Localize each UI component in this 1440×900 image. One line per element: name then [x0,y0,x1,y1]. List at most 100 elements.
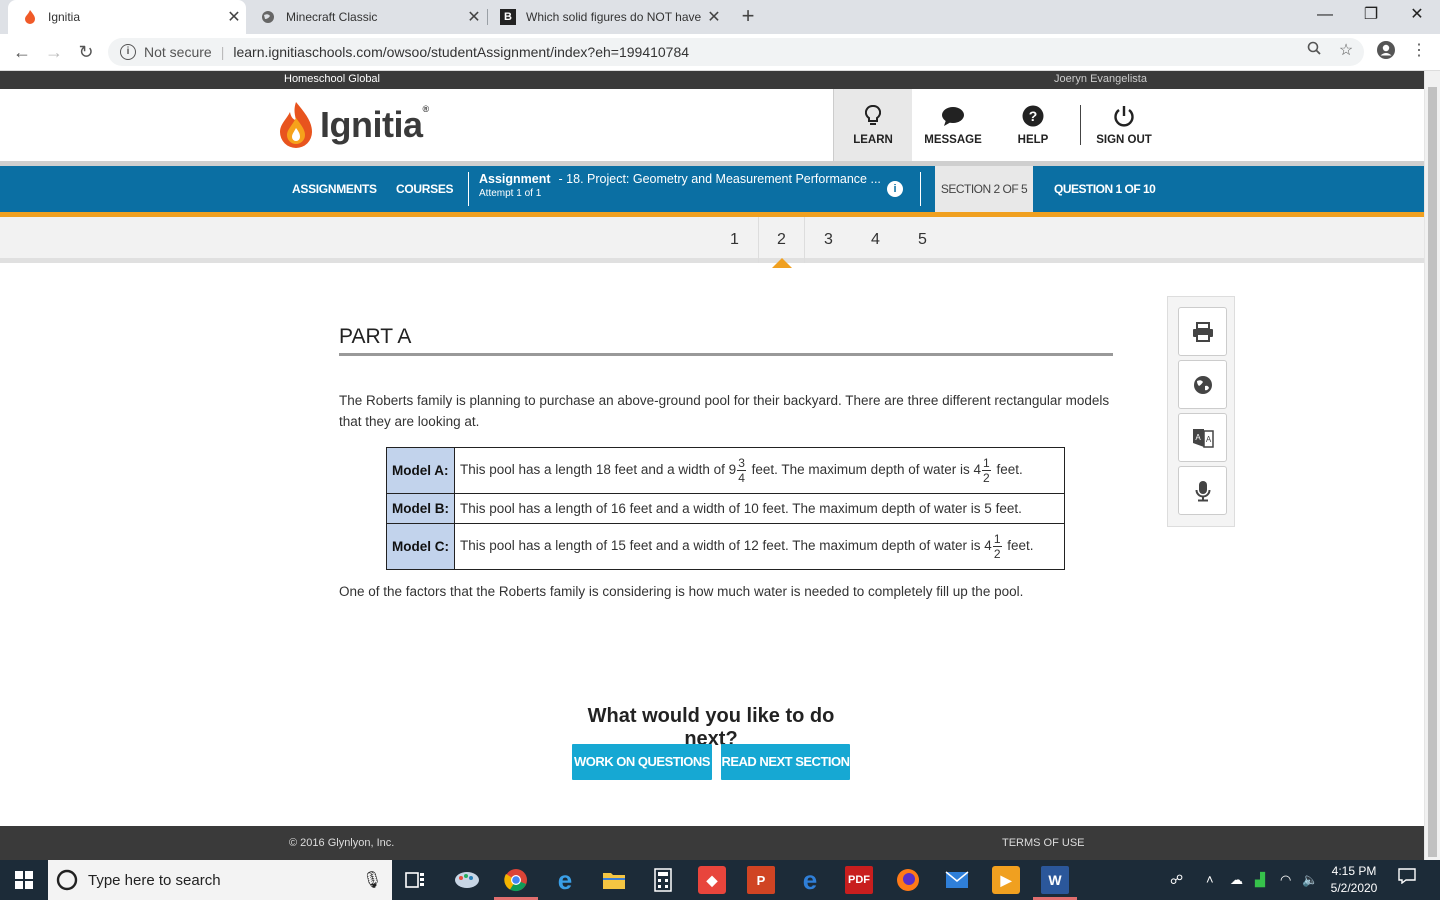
main-nav-bar: ASSIGNMENTS COURSES Assignment - 18. Proj… [0,166,1424,217]
section-tab-3[interactable]: 3 [805,217,852,263]
work-on-questions-button[interactable]: WORK ON QUESTIONS [572,744,712,780]
lightbulb-icon [860,104,886,128]
site-footer: © 2016 Glynlyon, Inc. TERMS OF USE [0,826,1424,860]
taskbar-search-box[interactable]: Type here to search 🎙 [48,860,392,900]
info-icon[interactable]: i [887,181,903,197]
restore-button[interactable]: ❐ [1348,0,1394,32]
microphone-icon[interactable]: 🎙 [362,870,382,890]
section-tab-1[interactable]: 1 [711,217,758,263]
nav-divider [920,172,921,206]
section-indicator[interactable]: SECTION 2 OF 5 [935,166,1033,217]
scrollbar-thumb[interactable] [1428,87,1437,857]
nav-learn[interactable]: LEARN [833,89,912,161]
minimize-button[interactable]: — [1302,0,1348,32]
system-clock[interactable]: 4:15 PM 5/2/2020 [1326,863,1382,897]
section-tab-2[interactable]: 2 [758,217,805,263]
ignitia-flame-icon [22,9,38,25]
onedrive-icon[interactable]: ☁ [1230,860,1243,900]
intro-paragraph: The Roberts family is planning to purcha… [339,393,1110,429]
org-strip: Homeschool Global Joeryn Evangelista [0,71,1424,89]
bookmark-star-icon[interactable]: ☆ [1335,40,1357,62]
print-button[interactable] [1178,307,1227,356]
address-bar[interactable]: i Not secure | learn.ignitiaschools.com/… [108,38,1364,66]
svg-text:A: A [1195,433,1201,442]
people-icon[interactable]: ☍ [1170,860,1183,900]
browser-tab-ignitia[interactable]: Ignitia ✕ [8,0,246,34]
nav-sign-out[interactable]: SIGN OUT [1094,89,1154,161]
page-scrollbar[interactable] [1424,71,1440,860]
table-row: Model A: This pool has a length 18 feet … [386,447,1065,494]
chrome-icon[interactable] [502,866,530,894]
browser-tab-strip: Ignitia ✕ Minecraft Classic ✕ B Which so… [0,0,1440,34]
tool-panel: AA [1167,296,1235,527]
help-question-icon: ? [1020,104,1046,128]
task-view-icon[interactable] [401,866,429,894]
section-navigator: 1 2 3 4 5 [0,217,1424,263]
profile-icon[interactable] [1375,40,1397,62]
site-info-icon[interactable]: i [120,44,136,60]
model-description: This pool has a length 18 feet and a wid… [454,447,1065,494]
model-label: Model C: [386,523,455,570]
nav-help[interactable]: ? HELP [1008,89,1058,161]
tab-title: Ignitia [48,10,81,24]
question-indicator[interactable]: QUESTION 1 OF 10 [1054,166,1156,212]
back-icon[interactable]: ← [10,40,34,64]
ignitia-logo[interactable]: Ignitia® [278,99,429,151]
assignment-title: - 18. Project: Geometry and Measurement … [558,172,881,186]
power-icon [1111,104,1137,128]
svg-text:A: A [1205,435,1211,444]
powerpoint-icon[interactable]: P [747,866,775,894]
notifications-icon[interactable] [1398,860,1416,900]
reload-icon[interactable]: ↻ [74,40,98,64]
internet-explorer-icon[interactable]: e [551,865,579,895]
word-icon[interactable]: W [1041,866,1069,894]
org-name: Homeschool Global [284,73,380,85]
signal-bars-icon[interactable]: ▟ [1255,860,1265,900]
translate-icon: AA [1192,428,1214,448]
wifi-icon[interactable]: ◠ [1280,860,1291,900]
browser-tab-minecraft[interactable]: Minecraft Classic ✕ [246,0,486,34]
read-next-section-button[interactable]: READ NEXT SECTION [721,744,850,780]
menu-kebab-icon[interactable]: ⋮ [1408,40,1430,62]
courses-link[interactable]: COURSES [396,166,454,212]
close-tab-icon[interactable]: ✕ [462,7,486,27]
calculator-icon[interactable] [649,866,677,894]
file-explorer-icon[interactable] [600,866,628,894]
forward-icon[interactable]: → [42,40,66,64]
search-placeholder: Type here to search [88,871,221,889]
assignments-link[interactable]: ASSIGNMENTS [292,166,377,212]
paint-app-icon[interactable] [453,866,481,894]
chevron-up-icon[interactable]: ˄ [1206,860,1214,900]
nav-message[interactable]: MESSAGE [918,89,988,161]
fraction: 12 [992,532,1002,561]
microphone-button[interactable] [1178,466,1227,515]
new-tab-button[interactable]: + [736,4,760,28]
terms-of-use-link[interactable]: TERMS OF USE [1002,837,1085,849]
clock-time: 4:15 PM [1331,864,1377,878]
zoom-icon[interactable] [1303,40,1325,62]
close-window-button[interactable]: ✕ [1394,0,1440,32]
volume-icon[interactable]: 🔈 [1302,860,1318,900]
firefox-icon[interactable] [894,866,922,894]
attempt-label: Attempt 1 of 1 [479,188,542,199]
tab-title: Which solid figures do NOT have [526,10,702,24]
copyright-text: © 2016 Glynlyon, Inc. [289,837,395,849]
edge-icon[interactable]: e [796,865,824,895]
app-red-icon[interactable]: ◆ [698,866,726,894]
close-tab-icon[interactable]: ✕ [702,7,726,27]
lesson-content: PART A The Roberts family is planning to… [339,325,1113,432]
browser-tab-brainly[interactable]: B Which solid figures do NOT have ✕ [486,0,726,34]
close-tab-icon[interactable]: ✕ [222,7,246,27]
start-button[interactable] [0,860,48,900]
divider: | [220,44,225,60]
translate-button[interactable]: AA [1178,413,1227,462]
acrobat-icon[interactable]: PDF [845,866,873,894]
table-row: Model C: This pool has a length of 15 fe… [386,523,1065,570]
microphone-icon [1195,480,1210,501]
globe-button[interactable] [1178,360,1227,409]
mail-icon[interactable] [943,866,971,894]
media-player-icon[interactable]: ▶ [992,866,1020,894]
section-tab-5[interactable]: 5 [899,217,946,263]
section-tab-4[interactable]: 4 [852,217,899,263]
clock-date: 5/2/2020 [1330,881,1378,895]
